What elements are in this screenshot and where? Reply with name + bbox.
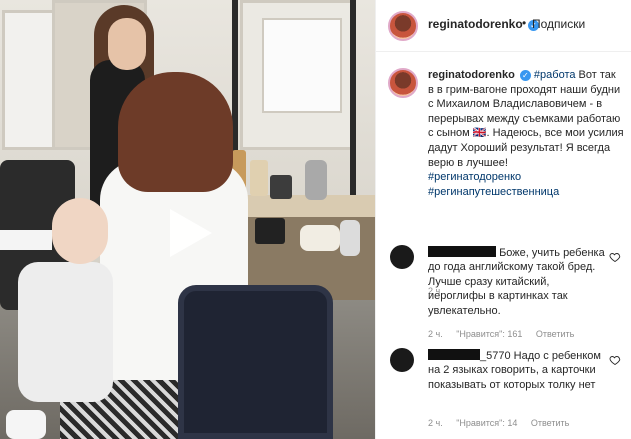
commenter-avatar[interactable] bbox=[390, 348, 414, 372]
comment-likes[interactable]: "Нравится": 14 bbox=[456, 418, 517, 428]
caption-text: reginatodorenko ✓ #работа Вот так в в гр… bbox=[428, 68, 624, 199]
hashtag-link[interactable]: #регинапутешественница bbox=[428, 186, 559, 198]
username-link[interactable]: reginatodorenko bbox=[428, 69, 515, 81]
container bbox=[300, 225, 340, 251]
heart-icon[interactable] bbox=[609, 354, 621, 366]
play-icon[interactable] bbox=[160, 205, 216, 261]
comment-timestamp[interactable]: 2 ч. bbox=[428, 418, 443, 428]
bottle bbox=[340, 220, 360, 256]
paper-sheet bbox=[0, 230, 52, 250]
post-panel: reginatodorenko ✓ • Подписки reginatodor… bbox=[375, 0, 631, 439]
caption-body: Вот так в в грим-вагоне проходят наши бу… bbox=[428, 69, 624, 169]
separator-dot: • bbox=[522, 16, 527, 30]
cosmetics-box bbox=[255, 218, 285, 244]
comment-meta: 2 ч. "Нравится": 14 Ответить bbox=[428, 418, 580, 428]
salon-chair bbox=[178, 285, 333, 439]
hashtag-link[interactable]: #работа bbox=[534, 69, 576, 81]
comment-meta: 2 ч. "Нравится": 161 Ответить bbox=[428, 329, 585, 339]
baby-head bbox=[52, 198, 108, 264]
reply-button[interactable]: Ответить bbox=[536, 329, 574, 339]
comment-text: Боже, учить ребенка до года английскому … bbox=[428, 247, 605, 317]
verified-icon: ✓ bbox=[519, 70, 531, 81]
baby-feet bbox=[6, 410, 46, 439]
commenter-username-visible[interactable]: _5770 bbox=[480, 350, 511, 362]
heart-icon[interactable] bbox=[609, 251, 621, 263]
hashtag-link[interactable]: #регинатодоренко bbox=[428, 171, 521, 183]
username-link[interactable]: reginatodorenko bbox=[428, 17, 523, 31]
window bbox=[262, 18, 342, 113]
bottle bbox=[270, 175, 292, 199]
comment-timestamp[interactable]: 2 ч. bbox=[428, 329, 443, 339]
following-button[interactable]: Подписки bbox=[532, 17, 585, 31]
redacted-username bbox=[428, 246, 496, 257]
kettle bbox=[305, 160, 327, 200]
bottle bbox=[250, 160, 268, 196]
post-media[interactable] bbox=[0, 0, 375, 439]
stylist-face bbox=[108, 18, 146, 70]
reply-button[interactable]: Ответить bbox=[531, 418, 569, 428]
baby bbox=[18, 262, 113, 402]
redacted-username bbox=[428, 349, 480, 360]
comment-likes[interactable]: "Нравится": 161 bbox=[456, 329, 522, 339]
woman-hair bbox=[118, 72, 233, 192]
post-header: reginatodorenko ✓ • Подписки bbox=[376, 0, 631, 52]
avatar[interactable] bbox=[388, 11, 418, 41]
avatar[interactable] bbox=[388, 68, 418, 98]
commenter-avatar[interactable] bbox=[390, 245, 414, 269]
